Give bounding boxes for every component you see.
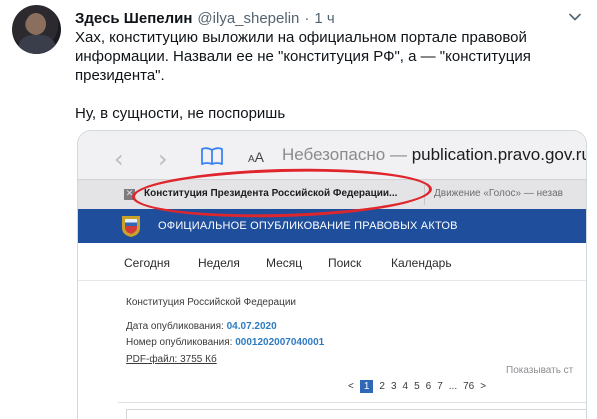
insecure-label: Небезопасно — [282, 145, 407, 164]
pager-page: 2 [379, 381, 385, 392]
number-row: Номер опубликования: 0001202007040001 [126, 337, 325, 348]
tweet: Здесь Шепелин @ilya_shepelin · 1 ч Хах, … [0, 0, 597, 419]
pager-page-current: 1 [359, 380, 374, 393]
pager-page: 5 [414, 381, 420, 392]
tweet-text-line: информации. Назвали ее не "конституция Р… [75, 48, 531, 65]
tweet-text-line: Хах, конституцию выложили на официальном… [75, 29, 527, 46]
header-separator: · [304, 9, 310, 27]
chevron-left-icon: ‹ [114, 145, 124, 173]
pager-page: 4 [402, 381, 409, 392]
tweet-text-line: Ну, в сущности, не поспоришь [75, 105, 286, 122]
tweet-text: Хах, конституцию выложили на официальном… [75, 28, 585, 123]
pager-next: > [480, 381, 487, 392]
nav-item-week: Неделя [198, 256, 240, 270]
banner-title: ОФИЦИАЛЬНОЕ ОПУБЛИКОВАНИЕ ПРАВОВЫХ АКТОВ [158, 220, 458, 232]
publication-number: 0001202007040001 [235, 337, 325, 348]
pager-page: 3 [390, 381, 397, 392]
book-icon [201, 147, 223, 165]
document-title: Конституция Российской Федерации [126, 297, 297, 308]
reader-text-size: AA [248, 149, 265, 165]
content-box [126, 409, 586, 419]
nav-item-search: Поиск [328, 256, 362, 270]
pager-prev: < [348, 381, 354, 392]
published-date: 04.07.2020 [226, 321, 277, 332]
show-label: Показывать ст [506, 365, 574, 376]
pdf-link: PDF-файл: 3755 Кб [126, 354, 217, 365]
tweet-time[interactable]: 1 ч [314, 10, 334, 27]
nav-item-today: Сегодня [124, 256, 170, 270]
emblem-icon [122, 216, 140, 237]
author-name[interactable]: Здесь Шепелин [75, 10, 192, 27]
nav-item-month: Месяц [266, 256, 303, 270]
pager-page: 6 [425, 381, 432, 392]
chevron-right-icon: › [158, 145, 168, 173]
address-host: publication.pravo.gov.ru [411, 145, 587, 164]
chevron-down-icon[interactable] [568, 10, 582, 24]
author-handle[interactable]: @ilya_shepelin [197, 10, 299, 27]
tweet-header: Здесь Шепелин @ilya_shepelin · 1 ч [75, 8, 335, 28]
avatar[interactable] [12, 5, 61, 54]
tab-other-title: Движение «Голос» — незав [434, 188, 563, 199]
document-card: Конституция Российской Федерации Дата оп… [78, 281, 586, 419]
nav-item-calendar: Календарь [391, 256, 452, 270]
tweet-text-line: президента". [75, 67, 165, 84]
pager-page: 7 [437, 381, 443, 392]
tweet-media-image[interactable]: ‹ › AA Небезопасно — publication.pravo.g… [77, 130, 587, 419]
divider [118, 402, 586, 403]
address-bar: Небезопасно — publication.pravo.gov.ru [282, 145, 587, 165]
published-row: Дата опубликования: 04.07.2020 [126, 321, 277, 332]
site-nav: Сегодня Неделя Месяц Поиск Календарь [78, 243, 586, 281]
pagination: < 1 2 3 4 5 6 7 ... 76 > [348, 380, 486, 393]
pager-page-last: 76 [463, 381, 475, 392]
pager-ellipsis: ... [448, 381, 458, 392]
